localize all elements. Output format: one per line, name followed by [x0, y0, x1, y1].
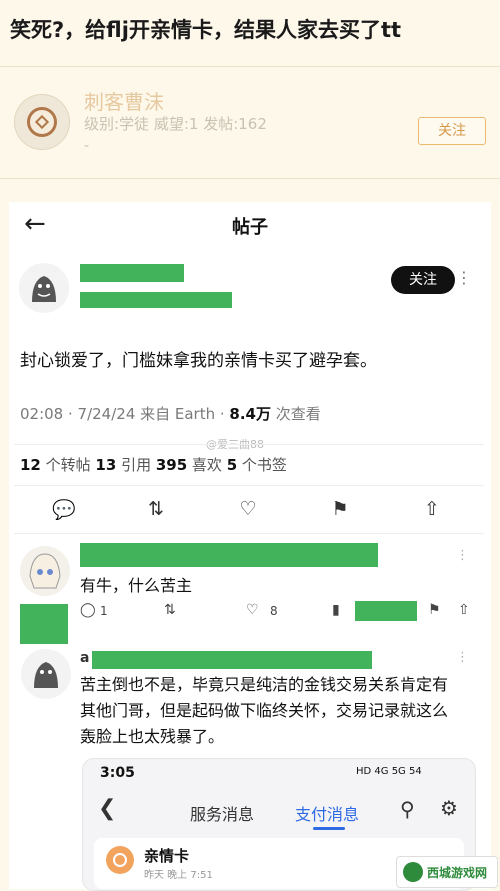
commenter-avatar[interactable] — [20, 648, 72, 700]
commenter-avatar[interactable] — [20, 546, 70, 596]
redacted-handle — [80, 292, 232, 308]
post-stats: 12 个转帖 13 引用 395 喜欢 5 个书签 — [20, 454, 287, 475]
view-count: 8.4万 — [229, 405, 271, 423]
share-icon[interactable]: ⇧ — [416, 498, 448, 520]
reply-icon[interactable]: ◯ — [80, 602, 96, 618]
post-timestamp: 02:08 · 7/24/24 来自 Earth · — [20, 405, 230, 423]
poster-name[interactable]: 刺客曹沫 — [84, 86, 164, 115]
heart-icon[interactable]: ♡ — [246, 602, 259, 618]
likes-count[interactable]: 395 — [156, 456, 187, 474]
family-card-logo-icon — [106, 846, 134, 874]
thread-title: 笑死?，给flj开亲情卡，结果人家去买了tt — [10, 18, 402, 42]
post-text: 封心锁爱了，门槛妹拿我的亲情卡买了避孕套。 — [20, 351, 377, 371]
retweet-icon[interactable]: ⇅ — [140, 498, 172, 520]
view-label: 次查看 — [271, 405, 321, 423]
status-bar: HD 4G 5G 54 — [356, 766, 422, 777]
redacted-username — [92, 651, 372, 669]
divider — [0, 178, 500, 179]
reply-count: 1 — [100, 604, 108, 618]
card-timestamp: 昨天 晚上 7:51 — [144, 870, 213, 881]
nav-title: 帖子 — [232, 217, 268, 238]
card-title: 亲情卡 — [144, 847, 190, 865]
bookmarks-label: 个书签 — [237, 456, 287, 474]
more-options-icon[interactable]: ⋮ — [456, 650, 470, 665]
site-logo-icon — [403, 862, 423, 882]
poster-signature: - — [84, 138, 90, 154]
shield-icon — [27, 107, 57, 137]
divider — [14, 533, 484, 534]
tab-payment-messages[interactable]: 支付消息 — [295, 801, 359, 825]
likes-label: 喜欢 — [187, 456, 227, 474]
post-meta: 02:08 · 7/24/24 来自 Earth · 8.4万 次查看 — [20, 403, 321, 424]
divider — [14, 444, 484, 445]
redacted-block — [20, 604, 68, 644]
divider — [14, 485, 484, 486]
reposts-label: 个转帖 — [40, 456, 96, 474]
follow-button[interactable]: 关注 — [418, 117, 486, 145]
chevron-left-icon[interactable]: ❮ — [98, 796, 116, 821]
reply-icon[interactable]: 💬 — [48, 498, 80, 521]
redacted-username — [80, 543, 378, 567]
share-icon[interactable]: ⇧ — [458, 602, 470, 618]
poster-meta: 级别:学徒 威望:1 发帖:162 — [84, 115, 267, 133]
search-icon[interactable]: ⚲ — [400, 797, 415, 821]
site-watermark: 西城游戏网 — [396, 856, 498, 888]
commenter-initial: a — [80, 650, 90, 666]
quotes-label: 引用 — [116, 456, 156, 474]
comment-text: 有牛，什么苦主 — [80, 576, 193, 595]
poster-avatar[interactable] — [14, 94, 70, 150]
user-avatar[interactable] — [18, 262, 70, 314]
comment-text: 苦主倒也不是，毕竟只是纯洁的金钱交易关系肯定有其他门哥，但是起码做下临终关怀，交… — [80, 675, 449, 746]
tab-service-messages[interactable]: 服务消息 — [190, 801, 254, 825]
retweet-icon[interactable]: ⇅ — [164, 602, 176, 618]
views-icon: ▮ — [332, 602, 340, 618]
reposts-count[interactable]: 12 — [20, 456, 41, 474]
status-time: 3:05 — [100, 765, 135, 781]
divider — [0, 66, 500, 67]
bookmarks-count[interactable]: 5 — [227, 456, 237, 474]
like-count: 8 — [270, 604, 278, 618]
heart-icon[interactable]: ♡ — [232, 498, 264, 520]
redacted-views — [355, 601, 417, 621]
bookmark-icon[interactable]: ⚑ — [324, 498, 356, 520]
follow-pill-button[interactable]: 关注 — [391, 266, 455, 294]
more-options-icon[interactable]: ⋮ — [456, 268, 473, 287]
redacted-username — [80, 264, 184, 282]
bookmark-icon[interactable]: ⚑ — [428, 602, 441, 618]
site-name: 西城游戏网 — [427, 866, 488, 880]
gear-icon[interactable]: ⚙ — [440, 796, 458, 820]
more-options-icon[interactable]: ⋮ — [456, 548, 470, 563]
active-tab-indicator — [313, 827, 345, 830]
quotes-count[interactable]: 13 — [95, 456, 116, 474]
